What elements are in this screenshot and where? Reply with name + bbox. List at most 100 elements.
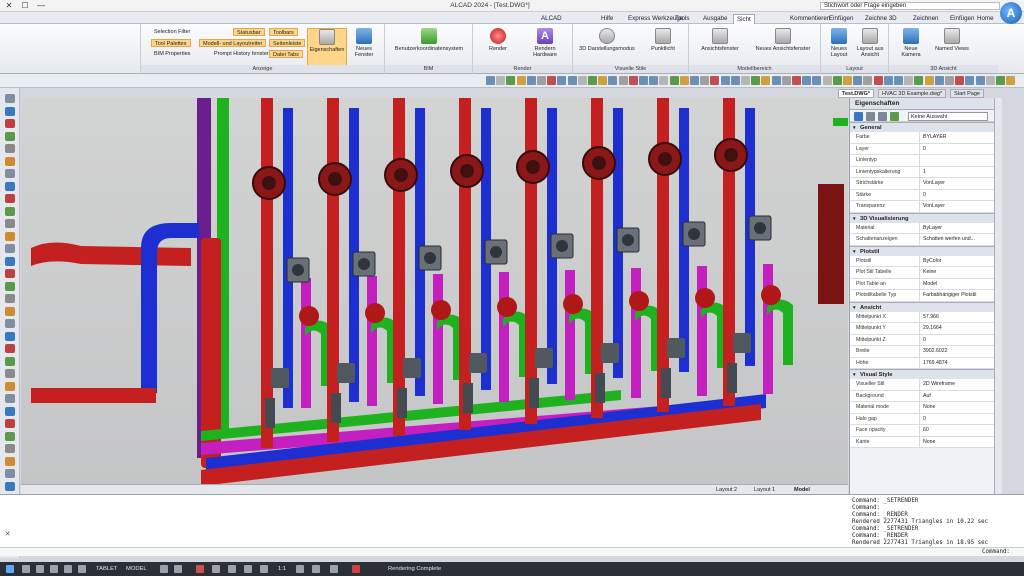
toolbar-tool-icon[interactable] <box>965 76 975 85</box>
toolbar-tool-icon[interactable] <box>669 76 679 85</box>
toolbar-tool-icon[interactable] <box>934 76 944 85</box>
property-value[interactable]: ByLayer <box>920 223 994 234</box>
ortho-icon[interactable] <box>22 565 30 573</box>
lock-icon[interactable] <box>196 565 204 573</box>
draw-tool-icon[interactable] <box>5 144 15 153</box>
toolbar-tool-icon[interactable] <box>618 76 628 85</box>
property-row[interactable]: Material ByLayer <box>850 222 994 234</box>
search-input[interactable]: Stichwort oder Frage eingeben <box>820 2 1000 10</box>
toolbar-tool-icon[interactable] <box>537 76 546 85</box>
model-toggle[interactable]: MODEL <box>126 564 147 574</box>
property-value[interactable]: VonLayer <box>920 201 994 212</box>
render-button[interactable]: Render <box>479 28 517 52</box>
property-row[interactable]: Plot Table an Model <box>850 278 994 290</box>
property-row[interactable]: Halo gap 0 <box>850 413 994 425</box>
new-window-button[interactable]: Neues Fenster <box>347 28 381 58</box>
scale-readout[interactable]: 1:1 <box>278 564 286 574</box>
property-value[interactable]: 29.1664 <box>920 323 994 334</box>
draw-tool-icon[interactable] <box>5 194 15 203</box>
property-value[interactable]: Schatten werfen und... <box>920 234 994 245</box>
property-value[interactable]: Auf <box>920 391 994 402</box>
collapse-icon[interactable]: ▾ <box>853 370 856 380</box>
menu-tab[interactable]: Kommentieren <box>787 14 833 24</box>
property-row[interactable]: Face opacity 60 <box>850 425 994 437</box>
prompt-history-toggle[interactable]: Prompt History fenster <box>211 50 272 58</box>
draw-tool-icon[interactable] <box>5 406 15 416</box>
tab-layout-2[interactable]: Layout 2 <box>713 486 740 494</box>
property-row[interactable]: Strichstärke VonLayer <box>850 178 994 190</box>
draw-tool-icon[interactable] <box>5 469 15 478</box>
file-tabs-toggle[interactable]: Datei Tabs <box>269 50 303 58</box>
property-row[interactable]: Linientypskalierung 1 <box>850 166 994 178</box>
toolbar-tool-icon[interactable] <box>812 76 822 85</box>
menu-tab[interactable]: Ausgabe <box>700 14 730 24</box>
property-row[interactable]: Plot Stil Tabelle Keine <box>850 267 994 279</box>
polar-icon[interactable] <box>64 565 72 573</box>
osnap-icon[interactable] <box>78 565 86 573</box>
toolbar-tool-icon[interactable] <box>843 76 852 85</box>
hvac-pipe-render[interactable] <box>21 98 848 484</box>
menu-tab[interactable]: Hilfe <box>598 14 616 24</box>
toolbar-tool-icon[interactable] <box>853 76 863 85</box>
toolbar-tool-icon[interactable] <box>547 76 557 85</box>
collapse-icon[interactable]: ▾ <box>853 303 856 313</box>
draw-tool-icon[interactable] <box>5 331 15 341</box>
draw-tool-icon[interactable] <box>5 281 15 291</box>
new-layout-button[interactable]: Neues Layout <box>825 28 853 58</box>
property-row[interactable]: Background Auf <box>850 390 994 402</box>
toolbar-tool-icon[interactable] <box>883 76 893 85</box>
snap-icon[interactable] <box>36 565 44 573</box>
collapse-icon[interactable]: ▾ <box>853 214 856 224</box>
tablet-toggle[interactable]: TABLET <box>96 564 117 574</box>
properties-side-tab[interactable] <box>994 98 1002 494</box>
property-value[interactable]: 57.966 <box>920 312 994 323</box>
draw-tool-icon[interactable] <box>5 344 15 353</box>
select-objects-icon[interactable] <box>866 112 875 121</box>
property-value[interactable]: VonLayer <box>920 178 994 189</box>
customize-icon[interactable] <box>260 565 268 573</box>
draw-tool-icon[interactable] <box>5 369 15 378</box>
draw-tool-icon[interactable] <box>5 219 15 228</box>
new-camera-button[interactable]: Neue Kamera <box>895 28 927 58</box>
draw-tool-icon[interactable] <box>5 381 15 391</box>
toolbar-tool-icon[interactable] <box>516 76 526 85</box>
property-value[interactable] <box>920 155 994 166</box>
collapse-icon[interactable]: ▾ <box>853 123 856 133</box>
collapse-icon[interactable]: ▾ <box>853 247 856 257</box>
selection-cycling-icon[interactable] <box>330 565 338 573</box>
property-value[interactable]: 3902.6022 <box>920 346 994 357</box>
toolbar-tool-icon[interactable] <box>486 76 495 85</box>
draw-tool-icon[interactable] <box>5 419 15 428</box>
point-light-button[interactable]: Punktlicht <box>643 28 683 52</box>
toolbar-tool-icon[interactable] <box>894 76 903 85</box>
draw-tool-icon[interactable] <box>5 181 15 191</box>
toolbar-tool-icon[interactable] <box>496 76 506 85</box>
tab-hvac-example[interactable]: HVAC 3D Example.dwg* <box>878 89 947 98</box>
draw-tool-icon[interactable] <box>5 356 15 366</box>
toolbar-tool-icon[interactable] <box>955 76 965 85</box>
toolbar-tool-icon[interactable] <box>741 76 750 85</box>
draw-tool-icon[interactable] <box>5 256 15 266</box>
toolbar-tool-icon[interactable] <box>608 76 618 85</box>
draw-tool-icon[interactable] <box>5 244 15 253</box>
draw-tool-icon[interactable] <box>5 119 15 128</box>
toolbar-tool-icon[interactable] <box>639 76 648 85</box>
property-value[interactable]: None <box>920 437 994 448</box>
toolbar-tool-icon[interactable] <box>1006 76 1016 85</box>
menu-tab[interactable]: Zeichne 3D <box>862 14 900 24</box>
toolbar-tool-icon[interactable] <box>832 76 842 85</box>
property-value[interactable]: Farbabhängiger Plotstil <box>920 290 994 301</box>
toolbars-toggle[interactable]: Toolbars <box>269 28 298 36</box>
menu-tab[interactable]: ALCAD <box>538 14 565 24</box>
toolbar-tool-icon[interactable] <box>924 76 934 85</box>
toggle-pickadd-icon[interactable] <box>890 112 899 121</box>
property-row[interactable]: Schattenanzeigen Schatten werfen und... <box>850 234 994 246</box>
bim-properties-toggle[interactable]: BIM Properties <box>151 50 193 58</box>
property-value[interactable]: 1769.4874 <box>920 358 994 369</box>
quick-props-icon[interactable] <box>312 565 320 573</box>
windows-start-icon[interactable] <box>6 565 14 573</box>
menu-tab[interactable]: Einfügen <box>947 14 977 24</box>
toolbar-tool-icon[interactable] <box>649 76 659 85</box>
toolbar-tool-icon[interactable] <box>506 76 516 85</box>
quick-select-icon[interactable] <box>854 112 863 121</box>
